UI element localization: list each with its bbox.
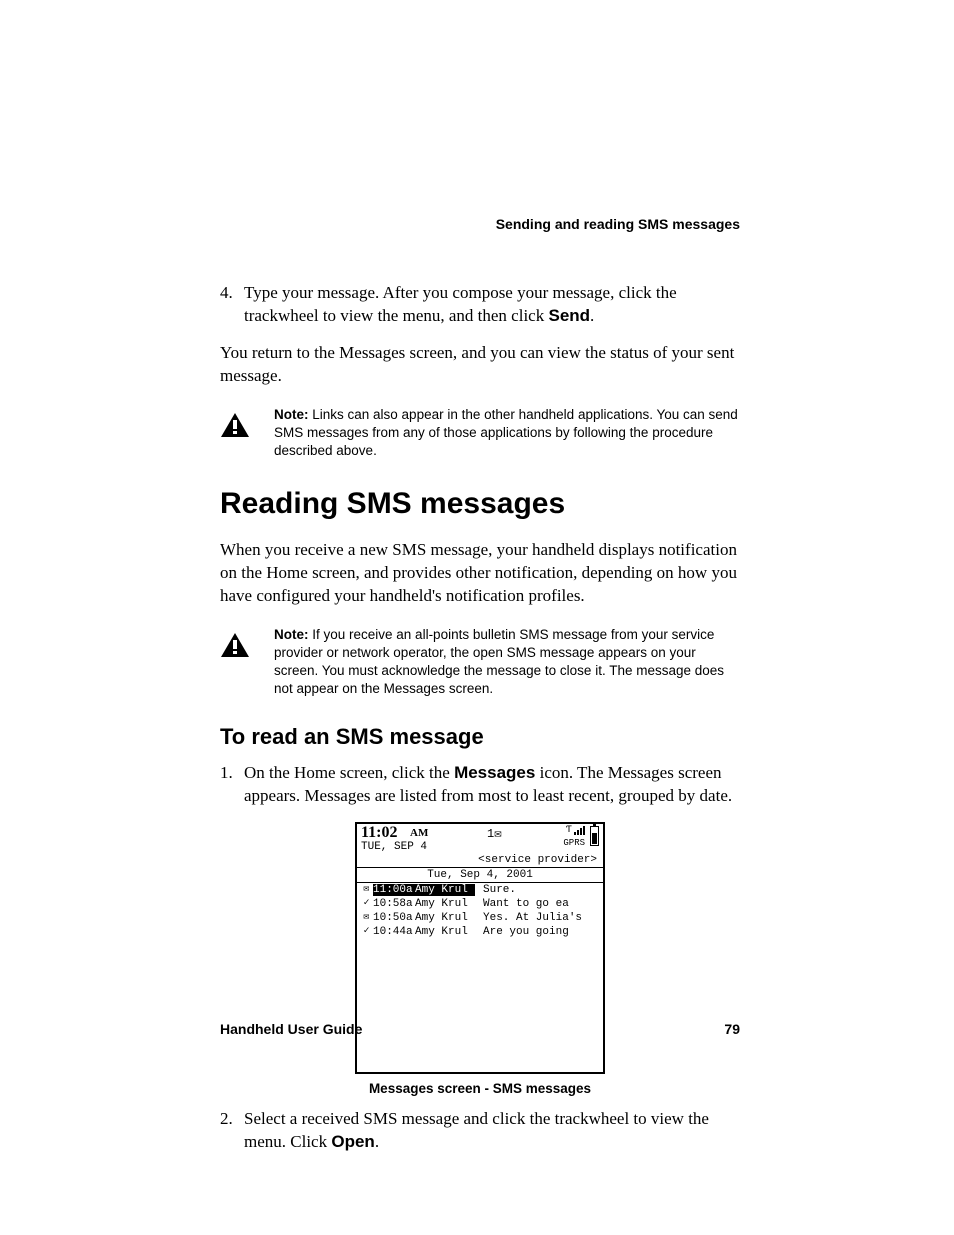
intro-paragraph: When you receive a new SMS message, your… xyxy=(220,539,740,608)
messages-label: Messages xyxy=(454,763,535,782)
message-preview: Want to go ea xyxy=(475,898,600,911)
step-2: 2. Select a received SMS message and cli… xyxy=(220,1108,740,1154)
page-footer: Handheld User Guide 79 xyxy=(220,1020,740,1039)
subsection-heading: To read an SMS message xyxy=(220,722,740,752)
footer-title: Handheld User Guide xyxy=(220,1020,362,1039)
message-preview: Are you going xyxy=(475,926,600,939)
service-provider: <service provider> xyxy=(357,854,603,867)
section-heading: Reading SMS messages xyxy=(220,484,740,525)
unread-count: 1✉ xyxy=(487,828,501,842)
date-header: Tue, Sep 4, 2001 xyxy=(357,868,603,883)
message-status-icon: ✉ xyxy=(360,884,373,896)
running-header: Sending and reading SMS messages xyxy=(220,215,740,234)
warning-icon xyxy=(220,412,250,438)
warning-icon xyxy=(220,632,250,658)
clock-time: 11:02 xyxy=(361,824,397,842)
figure-caption: Messages screen - SMS messages xyxy=(220,1080,740,1098)
message-sender: Amy Krul xyxy=(415,898,475,911)
battery-icon xyxy=(590,826,599,846)
message-row: ✓10:44aAmy KrulAre you going xyxy=(357,925,603,939)
page-number: 79 xyxy=(724,1020,740,1039)
step-number: 2. xyxy=(220,1108,244,1154)
message-row: ✓10:58aAmy KrulWant to go ea xyxy=(357,897,603,911)
text-fragment: On the Home screen, click the xyxy=(244,763,454,782)
note-block-1: Note: Links can also appear in the other… xyxy=(220,406,740,461)
clock-date: TUE, SEP 4 xyxy=(361,841,427,854)
message-row: ✉10:50aAmy KrulYes. At Julia's xyxy=(357,911,603,925)
step-number: 1. xyxy=(220,762,244,808)
text-fragment: Select a received SMS message and click … xyxy=(244,1109,709,1151)
message-preview: Yes. At Julia's xyxy=(475,912,600,925)
step-text: Select a received SMS message and click … xyxy=(244,1108,740,1154)
text-fragment: . xyxy=(590,306,594,325)
clock-ampm: AM xyxy=(410,827,428,840)
message-time: 10:44a xyxy=(373,926,415,939)
step-1: 1. On the Home screen, click the Message… xyxy=(220,762,740,808)
send-label: Send xyxy=(548,306,590,325)
message-status-icon: ✉ xyxy=(360,912,373,924)
note-text: Links can also appear in the other handh… xyxy=(274,407,738,458)
return-paragraph: You return to the Messages screen, and y… xyxy=(220,342,740,388)
step-text: On the Home screen, click the Messages i… xyxy=(244,762,740,808)
note-label: Note: xyxy=(274,407,309,422)
step-number: 4. xyxy=(220,282,244,328)
message-sender: Amy Krul xyxy=(415,926,475,939)
text-fragment: Type your message. After you compose you… xyxy=(244,283,677,325)
signal-icon: Ƭ xyxy=(566,826,585,835)
message-sender: Amy Krul xyxy=(415,912,475,925)
message-preview: Sure. xyxy=(475,884,600,897)
text-fragment: . xyxy=(375,1132,379,1151)
message-status-icon: ✓ xyxy=(360,926,373,938)
step-text: Type your message. After you compose you… xyxy=(244,282,740,328)
step-4: 4. Type your message. After you compose … xyxy=(220,282,740,328)
message-sender: Amy Krul xyxy=(415,884,475,897)
message-time: 10:58a xyxy=(373,898,415,911)
message-time: 10:50a xyxy=(373,912,415,925)
message-row: ✉11:00aAmy KrulSure. xyxy=(357,883,603,897)
envelope-icon: ✉ xyxy=(494,827,501,841)
network-label: GPRS xyxy=(563,838,585,848)
note-text: If you receive an all-points bulletin SM… xyxy=(274,627,724,697)
message-time: 11:00a xyxy=(373,884,415,897)
note-block-2: Note: If you receive an all-points bulle… xyxy=(220,626,740,699)
message-status-icon: ✓ xyxy=(360,898,373,910)
open-label: Open xyxy=(331,1132,374,1151)
note-label: Note: xyxy=(274,627,309,642)
